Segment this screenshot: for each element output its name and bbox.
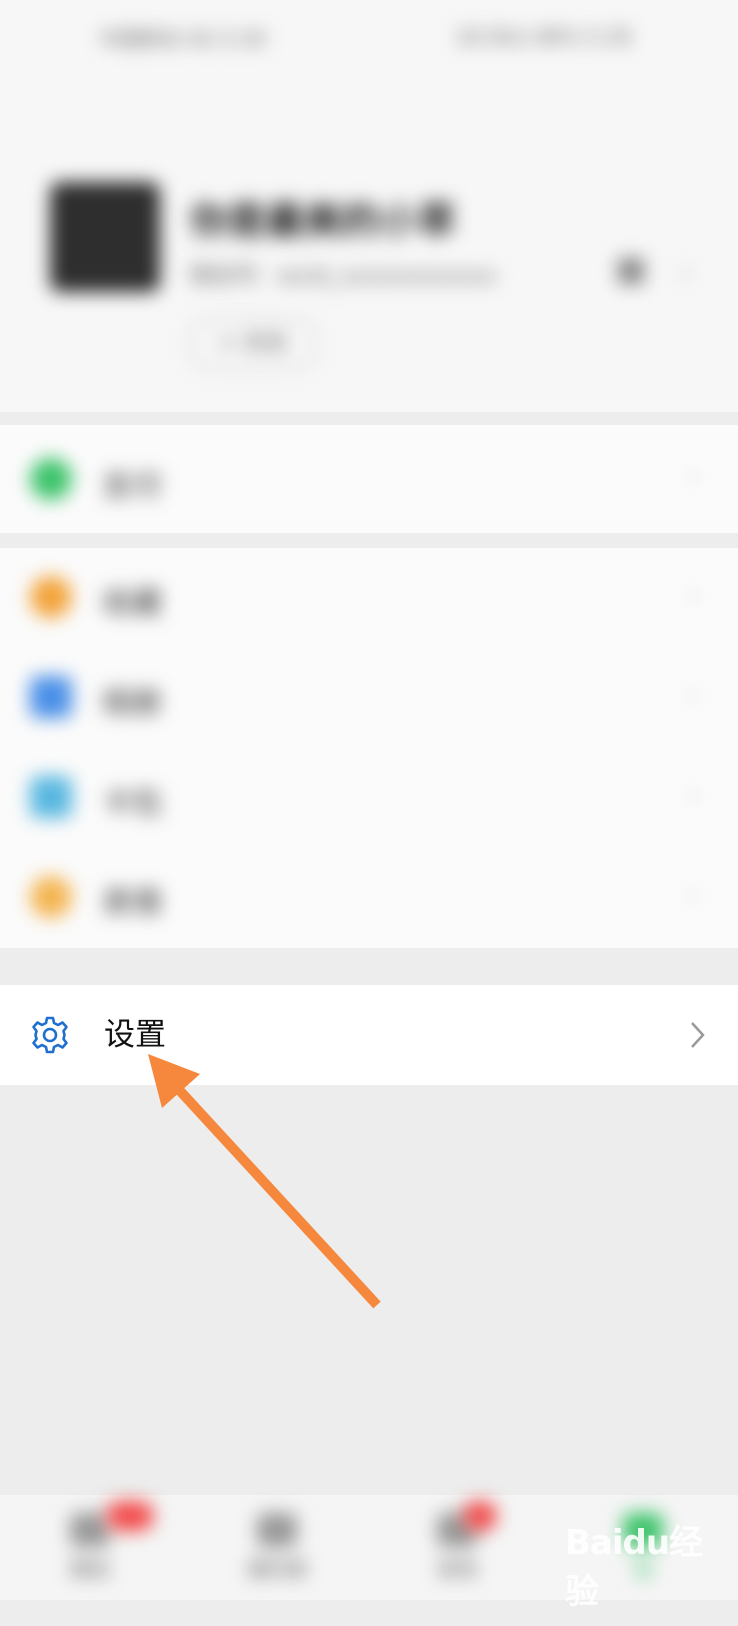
annotation-arrow bbox=[148, 1054, 381, 1309]
tab-label: 通讯录 bbox=[247, 1557, 307, 1581]
tab-label: 微信 bbox=[70, 1557, 110, 1581]
watermark-logo: Baidu经验 bbox=[565, 1523, 703, 1612]
tab-label: 发现 bbox=[437, 1557, 477, 1581]
unread-badge bbox=[106, 1501, 154, 1531]
unread-dot-badge bbox=[463, 1501, 497, 1531]
chat-icon bbox=[70, 1513, 110, 1547]
tab-contacts[interactable]: 通讯录 bbox=[232, 1513, 322, 1593]
contacts-icon bbox=[257, 1513, 297, 1547]
watermark-url: jingyan.baidu.com bbox=[565, 1611, 685, 1626]
watermark: Baidu经验 jingyan.baidu.com bbox=[565, 1515, 725, 1626]
